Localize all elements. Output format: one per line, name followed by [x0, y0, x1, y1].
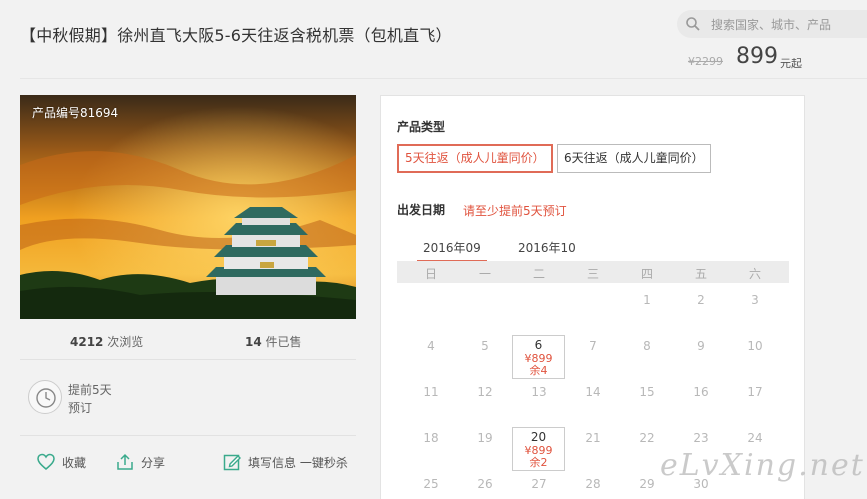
calendar-day: 16	[693, 385, 709, 399]
share-button[interactable]: 分享	[115, 452, 165, 472]
calendar-day: 12	[477, 385, 493, 399]
advance-note: 请至少提前5天预订	[463, 204, 567, 218]
share-label: 分享	[141, 455, 166, 470]
calendar-day: 14	[585, 385, 601, 399]
calendar-day: 15	[639, 385, 655, 399]
calendar-day: 21	[585, 431, 601, 445]
calendar-day: 3	[751, 293, 759, 307]
stats-divider	[20, 359, 356, 360]
search-input[interactable]: 搜索国家、城市、产品	[711, 16, 831, 33]
favorite-button[interactable]: 收藏	[36, 452, 86, 472]
calendar-day: 23	[693, 431, 709, 445]
day-number: 6	[534, 338, 543, 352]
day-remaining: 余2	[529, 456, 548, 469]
advance-days: 提前5天	[68, 383, 112, 397]
calendar-day: 19	[477, 431, 493, 445]
weekday-5: 五	[694, 267, 707, 281]
product-code: 产品编号81694	[32, 106, 119, 120]
share-icon	[117, 453, 133, 470]
weekday-2: 二	[532, 267, 545, 281]
calendar-day: 8	[643, 339, 651, 353]
advance-divider	[20, 435, 356, 436]
search-box[interactable]: 搜索国家、城市、产品	[677, 10, 867, 38]
watermark: eLvXing.net	[660, 448, 865, 483]
calendar-day: 18	[423, 431, 439, 445]
weekday-1: 一	[478, 267, 491, 281]
calendar-day: 25	[423, 477, 439, 491]
month-tab-oct[interactable]: 2016年10	[518, 239, 576, 256]
product-type-option-6day[interactable]: 6天往返（成人儿童同价）	[557, 144, 711, 173]
month-tab-sep[interactable]: 2016年09	[417, 239, 487, 262]
favorite-label: 收藏	[62, 455, 87, 470]
calendar-day: 27	[531, 477, 547, 491]
calendar-day: 2	[697, 293, 705, 307]
calendar-day: 7	[589, 339, 597, 353]
calendar-day: 28	[585, 477, 601, 491]
product-type-option-5day[interactable]: 5天往返（成人儿童同价）	[397, 144, 553, 173]
departure-date-label: 出发日期	[397, 203, 446, 217]
calendar-day: 26	[477, 477, 493, 491]
search-icon	[686, 17, 700, 31]
weekday-4: 四	[640, 267, 653, 281]
calendar-day: 17	[747, 385, 763, 399]
calendar-day: 24	[747, 431, 763, 445]
calendar-day: 11	[423, 385, 439, 399]
weekday-3: 三	[586, 267, 599, 281]
sold-count: 14	[245, 335, 262, 349]
edit-icon	[223, 454, 241, 471]
calendar-day: 4	[427, 339, 435, 353]
views-label: 次浏览	[107, 335, 144, 349]
calendar-day-available[interactable]: 6 ¥899 余4	[512, 335, 565, 379]
views-stat: 4212 次浏览	[70, 333, 143, 350]
product-type-label: 产品类型	[397, 120, 446, 134]
calendar-day: 1	[643, 293, 651, 307]
calendar-day: 10	[747, 339, 763, 353]
current-price: 899	[736, 44, 778, 69]
original-price: ¥2299	[688, 55, 723, 68]
calendar-day: 9	[697, 339, 705, 353]
sold-stat: 14 件已售	[245, 333, 302, 350]
calendar-day: 13	[531, 385, 547, 399]
price-unit: 元起	[780, 57, 802, 70]
booking-panel: 产品类型 5天往返（成人儿童同价） 6天往返（成人儿童同价） 出发日期 请至少提…	[380, 95, 805, 499]
views-count: 4212	[70, 335, 104, 349]
day-number: 20	[530, 430, 547, 444]
fill-info-label: 填写信息 一键秒杀	[248, 455, 348, 470]
calendar-day: 5	[481, 339, 489, 353]
sold-label: 件已售	[265, 335, 302, 349]
clock-icon	[28, 380, 62, 414]
header-divider	[20, 78, 867, 79]
advance-label: 预订	[68, 401, 93, 415]
day-remaining: 余4	[529, 364, 548, 377]
heart-icon	[37, 453, 55, 470]
calendar-day: 22	[639, 431, 655, 445]
advance-booking-info: 提前5天 预订	[68, 381, 112, 417]
weekday-6: 六	[748, 267, 761, 281]
fill-info-button[interactable]: 填写信息 一键秒杀	[222, 452, 348, 472]
calendar-day-available[interactable]: 20 ¥899 余2	[512, 427, 565, 471]
osaka-castle-image	[20, 95, 356, 319]
page-title: 【中秋假期】徐州直飞大阪5-6天往返含税机票（包机直飞）	[20, 26, 452, 45]
weekday-0: 日	[424, 267, 437, 281]
product-photo: 产品编号81694	[20, 95, 356, 319]
